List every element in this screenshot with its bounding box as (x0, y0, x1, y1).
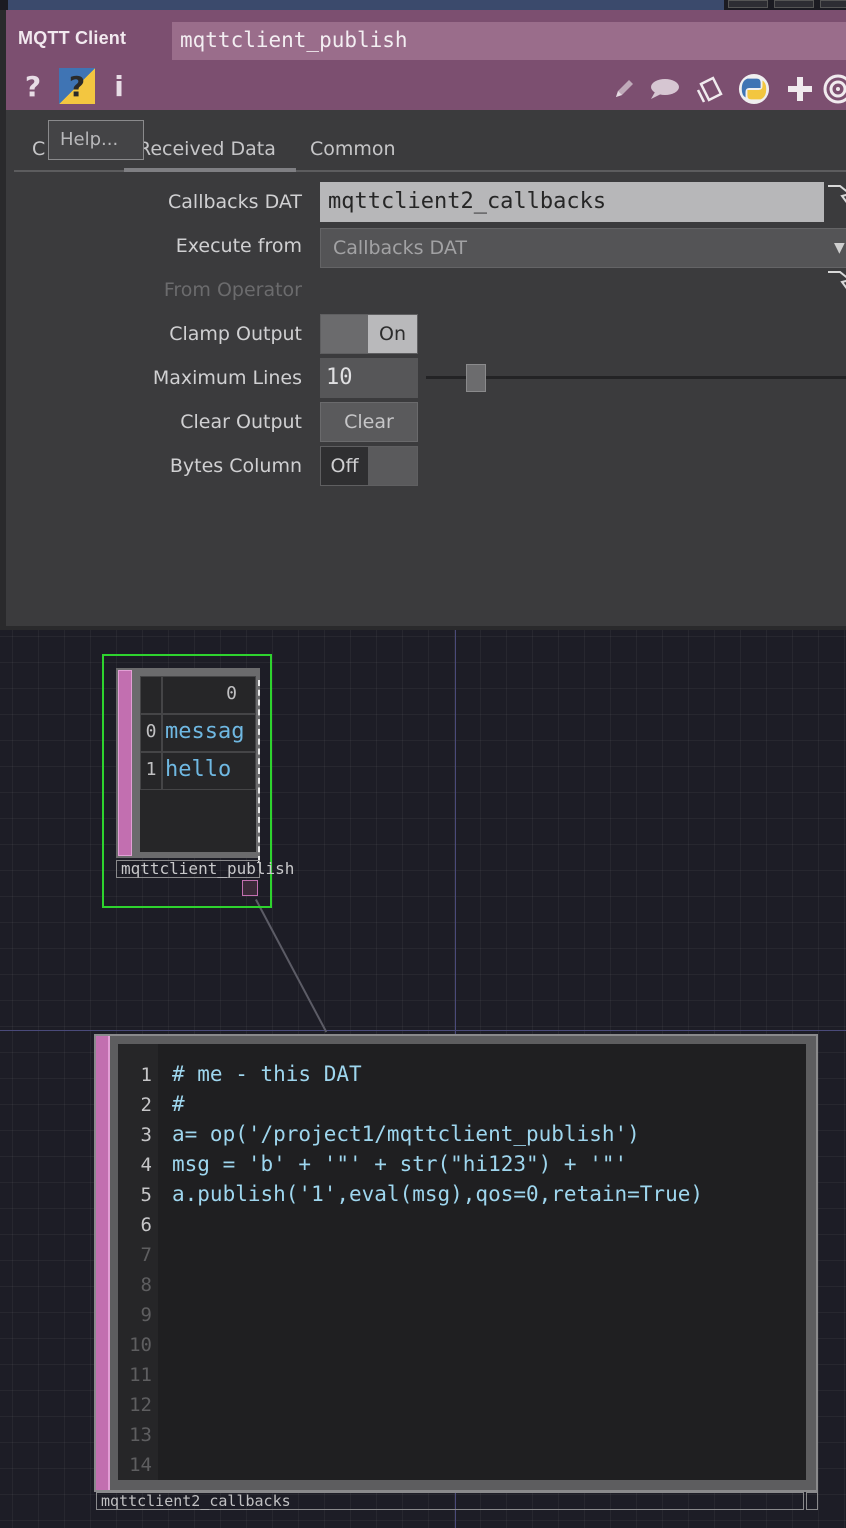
dropdown-arrow-icon[interactable]: ▼ (834, 240, 845, 256)
output-connector[interactable] (242, 880, 258, 896)
target-icon[interactable] (822, 74, 846, 104)
table-cell: messag (162, 714, 256, 752)
line-number: 12 (129, 1394, 152, 1416)
maximum-lines-label: Maximum Lines (152, 367, 302, 389)
callbacks-dat-field[interactable]: mqttclient2_callbacks (320, 182, 824, 222)
table-corner-cell (140, 676, 162, 714)
line-number: 11 (129, 1364, 152, 1386)
table-dat-node[interactable]: 0 0 messag 1 hello mqttclient_publish (102, 654, 294, 908)
node-name-label[interactable]: mqttclient2_callbacks (96, 1492, 804, 1510)
node-viewer[interactable]: 0 0 messag 1 hello (116, 668, 260, 862)
line-number: 3 (140, 1124, 152, 1146)
table-viewer: 0 0 messag 1 hello (140, 676, 260, 862)
execute-from-menu[interactable]: Callbacks DAT (320, 228, 846, 268)
toggle-on-label: On (368, 315, 417, 353)
plus-icon[interactable] (784, 74, 816, 104)
parameter-dialog: MQTT Client mqttclient_publish ? ? i C R… (0, 10, 846, 630)
line-number: 9 (140, 1304, 152, 1326)
pencil-icon[interactable] (608, 74, 640, 104)
maximum-lines-field[interactable]: 10 (320, 358, 418, 398)
line-number: 7 (140, 1244, 152, 1266)
line-number: 8 (140, 1274, 152, 1296)
execute-from-label: Execute from (175, 235, 302, 257)
bytes-column-toggle[interactable]: Off (320, 446, 418, 486)
clear-output-label: Clear Output (180, 411, 302, 433)
callbacks-dat-label: Callbacks DAT (168, 191, 302, 213)
active-tab-indicator (124, 168, 296, 172)
parameter-header: MQTT Client mqttclient_publish ? ? i (6, 10, 846, 110)
line-number: 6 (140, 1214, 152, 1236)
clamp-output-label: Clamp Output (169, 323, 302, 345)
clone-icon[interactable] (694, 74, 726, 104)
pane-button-2[interactable] (774, 0, 814, 8)
clamp-output-toggle[interactable]: On (320, 314, 418, 354)
python-icon[interactable] (738, 73, 770, 105)
help-tooltip: Help... (48, 120, 144, 160)
dat-family-strip (118, 670, 132, 856)
line-number: 13 (129, 1424, 152, 1446)
code-line: # (172, 1092, 185, 1116)
tab-connect[interactable]: C (32, 138, 45, 160)
text-dat-node[interactable]: 1 2 3 4 5 6 7 8 9 10 11 12 13 14 # me - … (94, 1034, 818, 1492)
line-number: 14 (129, 1454, 152, 1476)
code-line: a.publish('1',eval(msg),qos=0,retain=Tru… (172, 1182, 704, 1206)
node-name-label[interactable]: mqttclient_publish (116, 860, 294, 878)
help-icon[interactable]: ? (18, 66, 48, 106)
network-origin-axis-horizontal (0, 1030, 846, 1031)
operator-type-label: MQTT Client (18, 28, 127, 48)
line-number: 4 (140, 1154, 152, 1176)
info-icon[interactable]: i (108, 66, 130, 106)
operator-reference-drag-icon[interactable] (826, 182, 846, 208)
code-line: # me - this DAT (172, 1062, 362, 1086)
line-number: 1 (140, 1064, 152, 1086)
table-cell: hello (162, 752, 256, 790)
bytes-column-label: Bytes Column (169, 455, 302, 477)
tab-received-data[interactable]: Received Data (138, 138, 276, 160)
tab-common[interactable]: Common (310, 138, 396, 160)
toggle-off-label: Off (321, 447, 369, 485)
pane-button-3[interactable] (820, 0, 846, 8)
dat-family-strip (96, 1036, 110, 1490)
maximum-lines-slider-handle[interactable] (466, 364, 486, 392)
code-line: msg = 'b' + '"' + str("hi123") + '"' (172, 1152, 628, 1176)
line-number: 10 (129, 1334, 152, 1356)
operator-reference-drag-icon[interactable] (826, 268, 846, 294)
from-operator-label: From Operator (163, 279, 302, 301)
top-pane-bar (0, 0, 846, 10)
python-help-icon[interactable]: ? (58, 66, 96, 106)
node-label-cap (806, 1492, 818, 1510)
operator-name-field[interactable]: mqttclient_publish (172, 22, 846, 60)
toggle-on-segment (368, 447, 417, 485)
line-number: 5 (140, 1184, 152, 1206)
table-row-index: 0 (140, 714, 162, 752)
code-line: a= op('/project1/mqttclient_publish') (172, 1122, 640, 1146)
comment-icon[interactable] (648, 74, 680, 104)
viewer-edge-marker (258, 680, 260, 862)
pane-bar-accent (8, 0, 724, 10)
code-viewer[interactable]: 1 2 3 4 5 6 7 8 9 10 11 12 13 14 # me - … (118, 1044, 806, 1480)
line-number-gutter: 1 2 3 4 5 6 7 8 9 10 11 12 13 14 (118, 1044, 158, 1480)
header-toolbar: ? ? i (6, 66, 846, 110)
table-column-header: 0 (162, 676, 256, 714)
clear-output-button[interactable]: Clear (320, 402, 418, 442)
table-row-index: 1 (140, 752, 162, 790)
pane-button-1[interactable] (728, 0, 768, 8)
maximum-lines-slider-track[interactable] (426, 376, 846, 379)
python-help-glyph: ? (59, 68, 95, 104)
line-number: 2 (140, 1094, 152, 1116)
toggle-off-segment (321, 315, 369, 353)
